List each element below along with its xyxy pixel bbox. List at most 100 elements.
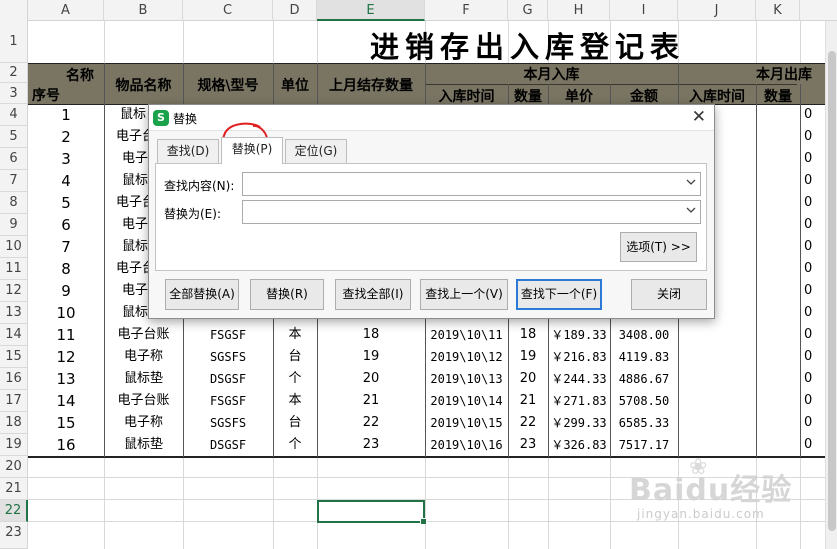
cell-seq[interactable]: 11 <box>28 324 104 346</box>
row-header-1[interactable]: 1 <box>0 21 28 63</box>
cell-in-amount[interactable]: 7517.17 <box>610 434 678 456</box>
row-header-23[interactable]: 23 <box>0 522 28 549</box>
cell-in-price[interactable]: ￥216.83 <box>548 346 610 368</box>
cell-seq[interactable]: 8 <box>28 258 104 280</box>
cell-seq[interactable]: 2 <box>28 126 104 148</box>
row-header-2[interactable]: 2 <box>0 63 28 83</box>
row-header-22[interactable]: 22 <box>0 500 28 522</box>
cell-out-qty[interactable]: 0 <box>804 192 812 214</box>
cell-in-time[interactable]: 2019\10\15 <box>425 412 508 434</box>
cell-spec[interactable]: DSGSF <box>183 434 273 456</box>
cell-in-amount[interactable]: 4119.83 <box>610 346 678 368</box>
find-next-button[interactable]: 查找下一个(F) <box>516 279 602 310</box>
cell-name[interactable]: 电子台账 <box>104 324 183 346</box>
cell-unit[interactable]: 台 <box>273 412 317 434</box>
column-header-a[interactable]: A <box>28 0 104 21</box>
column-header-i[interactable]: I <box>610 0 678 21</box>
cell-out-qty[interactable]: 0 <box>804 324 812 346</box>
cell-unit[interactable]: 个 <box>273 368 317 390</box>
cell-seq[interactable]: 9 <box>28 280 104 302</box>
column-header-c[interactable]: C <box>183 0 273 21</box>
cell-name[interactable]: 电子称 <box>104 346 183 368</box>
cell-stock[interactable]: 18 <box>317 324 425 346</box>
tab-replace[interactable]: 替换(P) <box>221 137 283 164</box>
column-header-j[interactable]: J <box>678 0 756 21</box>
column-header-g[interactable]: G <box>508 0 548 21</box>
cell-seq[interactable]: 16 <box>28 434 104 456</box>
cell-out-qty[interactable]: 0 <box>804 104 812 126</box>
row-header-16[interactable]: 16 <box>0 368 28 390</box>
cell-unit[interactable]: 个 <box>273 434 317 456</box>
chevron-down-icon[interactable] <box>686 177 696 190</box>
cell-stock[interactable]: 20 <box>317 368 425 390</box>
cell-out-qty[interactable]: 0 <box>804 214 812 236</box>
close-icon[interactable]: ✕ <box>692 107 706 127</box>
row-header-14[interactable]: 14 <box>0 324 28 346</box>
cell-stock[interactable]: 22 <box>317 412 425 434</box>
column-header-k[interactable]: K <box>756 0 800 21</box>
replace-button[interactable]: 替换(R) <box>250 279 324 310</box>
cell-in-qty[interactable]: 23 <box>508 434 548 456</box>
cell-out-qty[interactable]: 0 <box>804 390 812 412</box>
cell-in-time[interactable]: 2019\10\14 <box>425 390 508 412</box>
cell-spec[interactable]: DSGSF <box>183 368 273 390</box>
row-header-20[interactable]: 20 <box>0 456 28 478</box>
cell-spec[interactable]: SGSFS <box>183 412 273 434</box>
row-header-7[interactable]: 7 <box>0 170 28 192</box>
active-cell-e22[interactable] <box>317 500 427 525</box>
cell-in-qty[interactable]: 21 <box>508 390 548 412</box>
cell-unit[interactable]: 本 <box>273 324 317 346</box>
row-header-17[interactable]: 17 <box>0 390 28 412</box>
replace-all-button[interactable]: 全部替换(A) <box>165 279 239 310</box>
cell-seq[interactable]: 1 <box>28 104 104 126</box>
cell-seq[interactable]: 15 <box>28 412 104 434</box>
cell-seq[interactable]: 13 <box>28 368 104 390</box>
cell-name[interactable]: 鼠标 <box>122 236 148 258</box>
cell-name[interactable]: 鼠标 <box>122 302 148 324</box>
cell-out-qty[interactable]: 0 <box>804 434 812 456</box>
cell-out-qty[interactable]: 0 <box>804 170 812 192</box>
cell-unit[interactable]: 本 <box>273 390 317 412</box>
cell-spec[interactable]: FSGSF <box>183 324 273 346</box>
row-header-13[interactable]: 13 <box>0 302 28 324</box>
tab-find[interactable]: 查找(D) <box>157 139 219 163</box>
row-header-10[interactable]: 10 <box>0 236 28 258</box>
row-header-19[interactable]: 19 <box>0 434 28 456</box>
find-previous-button[interactable]: 查找上一个(V) <box>420 279 508 310</box>
row-header-3[interactable]: 3 <box>0 83 28 104</box>
cell-seq[interactable]: 3 <box>28 148 104 170</box>
row-header-6[interactable]: 6 <box>0 148 28 170</box>
cell-name[interactable]: 鼠标 <box>122 170 148 192</box>
cell-out-qty[interactable]: 0 <box>804 302 812 324</box>
cell-stock[interactable]: 23 <box>317 434 425 456</box>
cell-spec[interactable]: FSGSF <box>183 390 273 412</box>
cell-in-price[interactable]: ￥299.33 <box>548 412 610 434</box>
cell-seq[interactable]: 4 <box>28 170 104 192</box>
cell-out-qty[interactable]: 0 <box>804 236 812 258</box>
cell-in-amount[interactable]: 6585.33 <box>610 412 678 434</box>
cell-seq[interactable]: 10 <box>28 302 104 324</box>
row-header-4[interactable]: 4 <box>0 104 28 126</box>
cell-in-price[interactable]: ￥326.83 <box>548 434 610 456</box>
cell-in-price[interactable]: ￥271.83 <box>548 390 610 412</box>
cell-out-qty[interactable]: 0 <box>804 258 812 280</box>
dialog-titlebar[interactable]: S 替换 ✕ <box>149 105 714 131</box>
cell-seq[interactable]: 5 <box>28 192 104 214</box>
cell-seq[interactable]: 14 <box>28 390 104 412</box>
cell-out-qty[interactable]: 0 <box>804 148 812 170</box>
cell-in-amount[interactable]: 5708.50 <box>610 390 678 412</box>
chevron-down-icon[interactable] <box>686 205 696 218</box>
cell-out-qty[interactable]: 0 <box>804 368 812 390</box>
cell-name[interactable]: 鼠标 <box>120 104 146 126</box>
find-input[interactable] <box>242 172 701 196</box>
cell-name[interactable]: 电子 <box>122 280 148 302</box>
cell-out-qty[interactable]: 0 <box>804 346 812 368</box>
cell-seq[interactable]: 7 <box>28 236 104 258</box>
cell-name[interactable]: 电子 <box>122 214 148 236</box>
cell-in-amount[interactable]: 4886.67 <box>610 368 678 390</box>
cell-in-time[interactable]: 2019\10\13 <box>425 368 508 390</box>
cell-in-qty[interactable]: 18 <box>508 324 548 346</box>
column-header-h[interactable]: H <box>548 0 610 21</box>
column-header-b[interactable]: B <box>104 0 183 21</box>
cell-name[interactable]: 电子 <box>122 148 148 170</box>
